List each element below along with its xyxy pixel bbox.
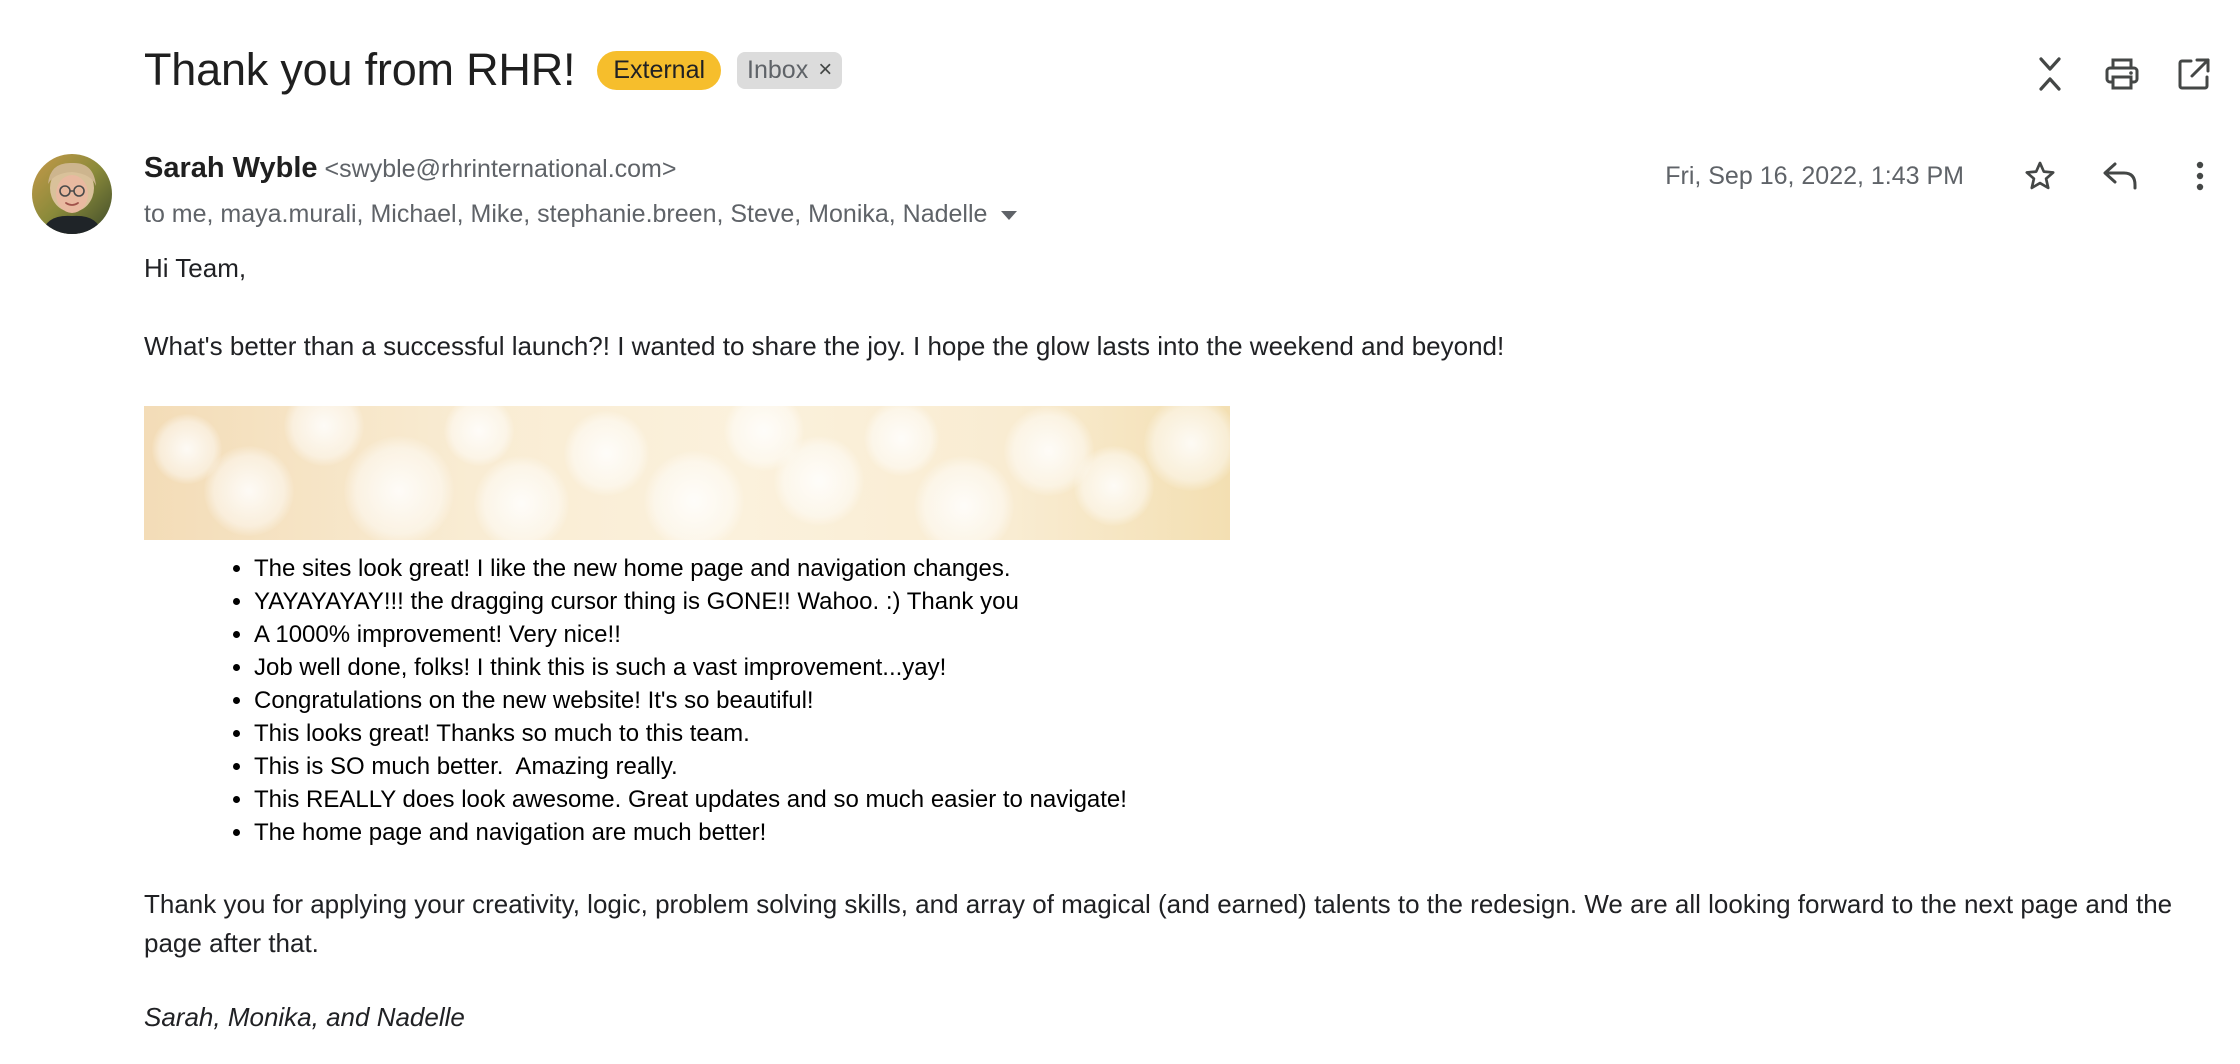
sender-row: Sarah Wyble <swyble@rhrinternational.com… <box>144 152 676 192</box>
feedback-item: This looks great! Thanks so much to this… <box>254 717 2204 750</box>
collapse-all-icon[interactable] <box>2024 48 2076 100</box>
open-in-new-window-icon[interactable] <box>2168 48 2220 100</box>
inbox-label-text: Inbox <box>747 55 809 84</box>
external-label: External <box>597 50 722 90</box>
subject-row: Thank you from RHR! External Inbox × <box>144 36 843 104</box>
inbox-label: Inbox × <box>737 51 843 89</box>
feedback-item: Job well done, folks! I think this is su… <box>254 651 2204 684</box>
sender-email: <swyble@rhrinternational.com> <box>324 155 677 183</box>
feedback-item: A 1000% improvement! Very nice!! <box>254 618 2204 651</box>
message-date: Fri, Sep 16, 2022, 1:43 PM <box>1665 161 1964 190</box>
feedback-item: This is SO much better. Amazing really. <box>254 750 2204 783</box>
feedback-item: YAYAYAYAY!!! the dragging cursor thing i… <box>254 585 2204 618</box>
feedback-list: The sites look great! I like the new hom… <box>144 552 2204 849</box>
sender-avatar[interactable] <box>32 154 112 234</box>
feedback-item: The home page and navigation are much be… <box>254 816 2204 849</box>
email-subject: Thank you from RHR! <box>144 44 576 95</box>
feedback-item: The sites look great! I like the new hom… <box>254 552 2204 585</box>
message-body: Hi Team, What's better than a successful… <box>144 250 2204 1035</box>
feedback-item: This REALLY does look awesome. Great upd… <box>254 783 2204 816</box>
thread-actions <box>2004 48 2220 100</box>
feedback-item: Congratulations on the new website! It's… <box>254 684 2204 717</box>
show-details-caret-icon[interactable] <box>1001 210 1018 220</box>
signature: Sarah, Monika, and Nadelle <box>144 1002 465 1032</box>
intro-paragraph: What's better than a successful launch?!… <box>144 331 1505 361</box>
star-icon[interactable] <box>2014 150 2066 202</box>
email-view: Thank you from RHR! External Inbox × Sar… <box>0 0 2240 1064</box>
reply-icon[interactable] <box>2094 150 2146 202</box>
recipients-list: to me, maya.murali, Michael, Mike, steph… <box>144 199 988 228</box>
closing-paragraph: Thank you for applying your creativity, … <box>144 889 2173 958</box>
sender-name[interactable]: Sarah Wyble <box>144 152 318 185</box>
recipients-row: to me, maya.murali, Michael, Mike, steph… <box>144 196 1018 232</box>
greeting: Hi Team, <box>144 253 247 283</box>
print-icon[interactable] <box>2096 48 2148 100</box>
message-actions: Fri, Sep 16, 2022, 1:43 PM <box>1665 150 2226 202</box>
remove-label-icon[interactable]: × <box>818 56 832 83</box>
more-vert-icon[interactable] <box>2174 150 2226 202</box>
bokeh-banner-image <box>144 406 1230 540</box>
